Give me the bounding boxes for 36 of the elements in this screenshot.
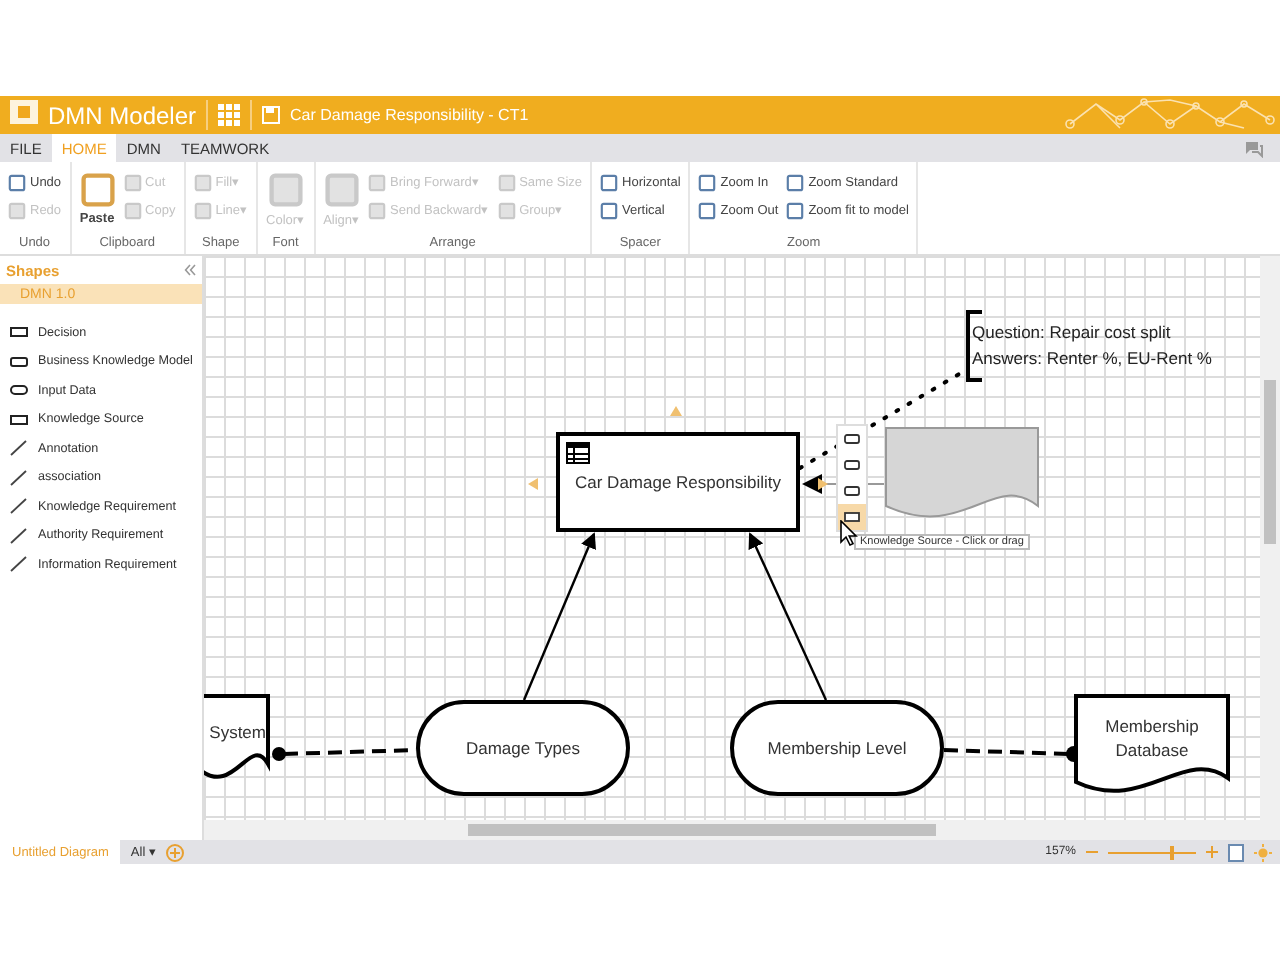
collapse-icon[interactable] (184, 264, 196, 276)
node-label: System (209, 719, 268, 743)
table-icon (566, 442, 590, 464)
add-icon[interactable] (166, 843, 185, 861)
annotation-text: Question: Repair cost split (972, 320, 1171, 346)
rounded-rectangle-icon (10, 353, 28, 370)
line-icon (10, 469, 28, 486)
requirement-arrow[interactable] (522, 532, 596, 701)
plus-icon[interactable] (1206, 846, 1218, 858)
cursor-icon (840, 520, 858, 546)
app-name: DMN Modeler (48, 101, 197, 129)
chat-icon[interactable] (1244, 139, 1264, 157)
rectangle-icon (10, 324, 28, 341)
horizontal-scrollbar[interactable] (204, 820, 1280, 840)
decision-node[interactable]: Car Damage Responsibility (556, 432, 800, 532)
document-title: Car Damage Responsibility - CT1 (290, 106, 529, 124)
pill-icon (10, 382, 28, 399)
annotation-text: Answers: Renter %, EU-Rent % (972, 346, 1212, 372)
vertical-scrollbar[interactable] (1260, 256, 1280, 820)
zoom-slider-thumb[interactable] (1169, 845, 1174, 859)
minus-icon[interactable] (1086, 846, 1098, 858)
text-annotation[interactable]: Question: Repair cost split Answers: Renter %, EU-Rent % (966, 310, 1218, 382)
handle-icon[interactable] (528, 478, 538, 490)
requirement-arrow[interactable] (748, 532, 828, 701)
save-icon[interactable] (262, 106, 281, 124)
node-label: Membership Level (767, 738, 907, 758)
node-label: Damage Types (465, 738, 580, 758)
input-data-node[interactable]: Damage Types (416, 700, 630, 796)
sun-icon[interactable] (1254, 843, 1272, 861)
node-label: Membership Database (1103, 714, 1201, 762)
grid-icon[interactable] (218, 104, 241, 126)
input-data-node[interactable]: Membership Level (730, 700, 944, 796)
node-label: Car Damage Responsibility (575, 472, 781, 492)
handle-icon[interactable] (670, 406, 682, 416)
shape-palette-button[interactable] (838, 504, 866, 530)
handle-icon[interactable] (818, 478, 828, 490)
